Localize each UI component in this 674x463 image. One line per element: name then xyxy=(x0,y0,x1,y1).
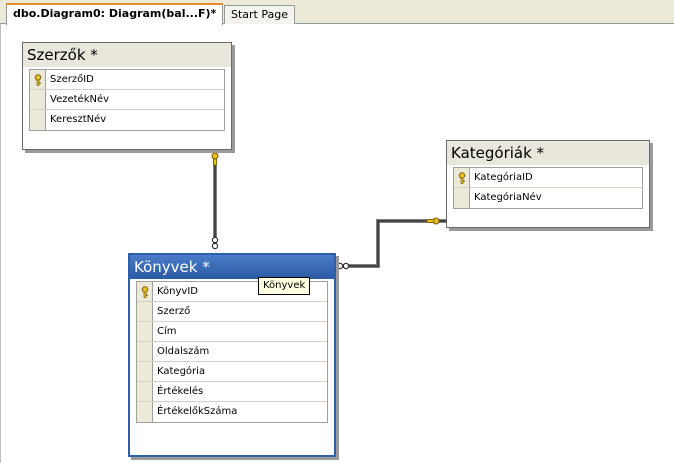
row-selector[interactable] xyxy=(137,402,153,422)
relationship-kategoriak-konyvek[interactable] xyxy=(336,217,446,270)
table-kategoriak[interactable]: Kategóriák * KategóriaID KategóriaNév xyxy=(446,140,650,228)
row-selector[interactable] xyxy=(30,110,46,130)
primary-key-icon xyxy=(141,285,148,298)
column-name: Értékelés xyxy=(157,386,204,397)
column-name: KeresztNév xyxy=(50,114,107,125)
column-row[interactable]: Kategória xyxy=(137,362,327,382)
row-selector[interactable] xyxy=(137,362,153,381)
table-title[interactable]: Könyvek * xyxy=(130,255,334,279)
row-selector[interactable] xyxy=(30,70,46,89)
row-selector[interactable] xyxy=(137,282,153,301)
key-end-icon xyxy=(426,217,440,225)
column-name: Cím xyxy=(157,326,177,337)
primary-key-icon xyxy=(458,171,465,184)
column-name: KönyvID xyxy=(157,286,199,297)
table-title[interactable]: Szerzők * xyxy=(23,43,231,67)
relationship-szerzok-konyvek[interactable] xyxy=(211,148,219,250)
row-selector[interactable] xyxy=(454,168,470,187)
table-szerzok[interactable]: Szerzők * SzerzőID VezetékNév KeresztNév xyxy=(22,42,232,150)
column-name: KategóriaID xyxy=(474,172,533,183)
column-row[interactable]: KategóriaID xyxy=(454,168,642,188)
column-grid: SzerzőID VezetékNév KeresztNév xyxy=(29,69,225,131)
column-name: SzerzőID xyxy=(50,74,94,85)
table-title[interactable]: Kategóriák * xyxy=(447,141,649,165)
column-name: Kategória xyxy=(157,366,206,377)
column-row[interactable]: Cím xyxy=(137,322,327,342)
row-selector[interactable] xyxy=(137,302,153,321)
primary-key-icon xyxy=(34,73,41,86)
column-name: VezetékNév xyxy=(50,94,110,105)
column-row[interactable]: Értékelés xyxy=(137,382,327,402)
column-row[interactable]: SzerzőID xyxy=(30,70,224,90)
column-row[interactable]: Szerző xyxy=(137,302,327,322)
column-row[interactable]: KategóriaNév xyxy=(454,188,642,208)
row-selector[interactable] xyxy=(137,342,153,361)
tab-diagram[interactable]: dbo.Diagram0: Diagram(bal...F)* xyxy=(6,3,224,25)
column-row[interactable]: KeresztNév xyxy=(30,110,224,130)
table-tooltip: Könyvek xyxy=(258,277,311,295)
column-name: KategóriaNév xyxy=(474,192,542,203)
column-name: ÉrtékelőkSzáma xyxy=(157,406,238,417)
row-selector[interactable] xyxy=(137,382,153,401)
key-end-icon xyxy=(211,152,219,166)
row-selector[interactable] xyxy=(454,188,470,208)
column-row[interactable]: ÉrtékelőkSzáma xyxy=(137,402,327,422)
column-grid: KönyvID Szerző Cím Oldalszám Kategória É… xyxy=(136,281,328,423)
column-name: Szerző xyxy=(157,306,191,317)
column-row[interactable]: VezetékNév xyxy=(30,90,224,110)
column-name: Oldalszám xyxy=(157,346,210,357)
row-selector[interactable] xyxy=(137,322,153,341)
row-selector[interactable] xyxy=(30,90,46,109)
column-row[interactable]: Oldalszám xyxy=(137,342,327,362)
column-grid: KategóriaID KategóriaNév xyxy=(453,167,643,209)
